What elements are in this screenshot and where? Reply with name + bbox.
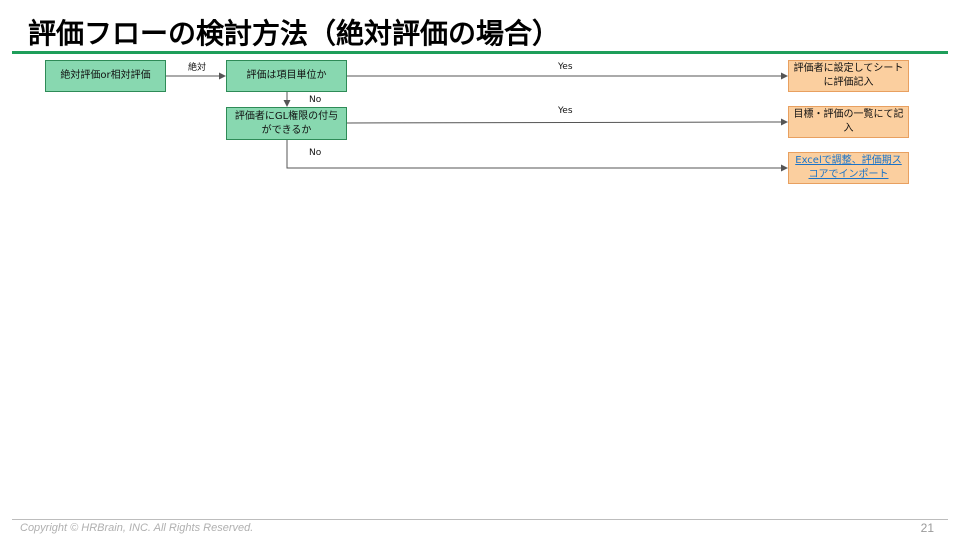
result-node-sheet-entry: 評価者に設定してシートに評価記入 [788,60,909,92]
excel-import-link[interactable]: Excelで調整、評価期スコアでインポート [793,154,904,182]
edge-q2-r3 [286,140,788,172]
result-node-list-entry-label: 目標・評価の一覧にて記入 [793,109,904,134]
copyright-text: Copyright © HRBrain, INC. All Rights Res… [20,522,254,534]
start-node-label: 絶対評価or相対評価 [60,70,151,81]
edge-label-yes-1: Yes [558,62,573,72]
result-node-excel-import: Excelで調整、評価期スコアでインポート [788,152,909,184]
decision-node-item-unit: 評価は項目単位か [226,60,347,92]
start-node: 絶対評価or相対評価 [45,60,166,92]
decision-node-item-unit-label: 評価は項目単位か [246,70,327,81]
edge-label-no-2: No [309,148,322,158]
result-node-sheet-entry-label: 評価者に設定してシートに評価記入 [793,63,904,88]
edge-label-absolute: 絶対 [188,63,207,73]
edge-q2-r2 [346,118,788,126]
decision-node-gl-permission: 評価者にGL権限の付与ができるか [226,107,347,140]
edge-label-no-1: No [309,95,322,105]
decision-node-gl-permission-label: 評価者にGL権限の付与ができるか [234,110,339,136]
footer-divider [12,519,948,520]
result-node-list-entry: 目標・評価の一覧にて記入 [788,106,909,138]
edge-label-yes-2: Yes [558,106,573,116]
page-number: 21 [920,521,934,535]
